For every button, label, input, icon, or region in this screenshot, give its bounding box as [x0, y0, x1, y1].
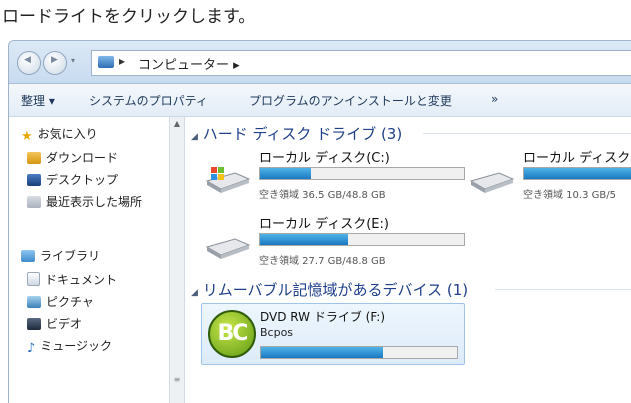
sidebar-item-label: 最近表示した場所: [46, 195, 143, 209]
drive-e-name: ローカル ディスク(E:): [259, 217, 389, 232]
removable-group-header[interactable]: ◢ リムーバブル記憶域があるデバイス (1): [191, 279, 468, 300]
drive-d-free-space: 空き領域 10.3 GB/5: [523, 190, 616, 201]
hdd-group-title: ハード ディスク ドライブ (3): [202, 125, 403, 143]
navigation-pane: ★ お気に入り ダウンロード デスクトップ 最近表示した場所 ライブラリ ドキュメ…: [9, 117, 169, 403]
drive-c-usage-fill: [260, 168, 311, 179]
organize-button[interactable]: 整理 ▾: [21, 92, 55, 109]
sidebar-item-label: ダウンロード: [46, 151, 119, 165]
hard-drive-icon: [205, 238, 251, 259]
sidebar-libraries-label: ライブラリ: [40, 249, 101, 263]
sidebar-libraries[interactable]: ライブラリ: [21, 247, 100, 267]
drive-e[interactable]: ローカル ディスク(E:) 空き領域 27.7 GB/48.8 GB: [201, 213, 481, 271]
collapse-arrow-icon[interactable]: ◢: [191, 132, 198, 142]
sidebar-item-label: ビデオ: [46, 317, 83, 331]
scroll-grip-icon[interactable]: ≡: [172, 375, 182, 385]
music-note-icon: ♪: [27, 341, 36, 356]
libraries-icon: [21, 250, 35, 262]
recent-pages-dropdown[interactable]: ▾: [71, 56, 75, 65]
sidebar-favorites-label: お気に入り: [37, 127, 98, 141]
pictures-icon: [27, 296, 41, 308]
drive-c[interactable]: ローカル ディスク(C:) 空き領域 36.5 GB/48.8 GB: [201, 147, 481, 205]
sidebar-favorites[interactable]: ★ お気に入り: [21, 125, 98, 145]
sidebar-item-label: ピクチャ: [46, 295, 94, 309]
drive-e-free-space: 空き領域 27.7 GB/48.8 GB: [259, 256, 386, 267]
group-divider: [495, 289, 631, 290]
sidebar-item-desktop[interactable]: デスクトップ: [27, 171, 118, 191]
sidebar-item-documents[interactable]: ドキュメント: [27, 271, 117, 291]
uninstall-programs-button[interactable]: プログラムのアンインストールと変更: [249, 92, 452, 109]
content-pane: ◢ ハード ディスク ドライブ (3) ローカル ディスク(C:) 空き領域 3…: [185, 117, 631, 403]
dvd-usage-fill: [261, 347, 383, 358]
instruction-caption: ロードライトをクリックします。: [2, 7, 256, 27]
drive-c-usage-bar: [259, 167, 465, 180]
sidebar-item-recent-places[interactable]: 最近表示した場所: [27, 193, 167, 213]
downloads-folder-icon: [27, 152, 41, 164]
address-bar[interactable]: ▸ コンピューター ▸: [91, 50, 631, 76]
drive-d-name: ローカル ディスク(D:): [523, 151, 631, 166]
dvd-drive-name: DVD RW ドライブ (F:): [260, 310, 386, 324]
drive-c-name: ローカル ディスク(C:): [259, 151, 390, 166]
hard-drive-icon: [469, 172, 515, 193]
sidebar-item-label: ドキュメント: [45, 273, 118, 287]
sidebar-item-videos[interactable]: ビデオ: [27, 315, 82, 335]
documents-icon: [27, 272, 40, 286]
drive-d[interactable]: ローカル ディスク(D:) 空き領域 10.3 GB/5: [467, 147, 631, 205]
drive-e-usage-fill: [260, 234, 348, 245]
forward-arrow-icon: ▶: [51, 55, 58, 65]
dvd-drive-f[interactable]: BC DVD RW ドライブ (F:) Bcpos: [201, 303, 465, 365]
hdd-group-header[interactable]: ◢ ハード ディスク ドライブ (3): [191, 123, 402, 144]
disc-logo-icon: BC: [208, 310, 256, 358]
sidebar-item-label: ミュージック: [40, 339, 113, 353]
dvd-usage-bar: [260, 346, 458, 359]
address-bar-area: ◀ ▶ ▾ ▸ コンピューター ▸: [9, 41, 631, 84]
desktop-icon: [27, 174, 41, 186]
drive-e-usage-bar: [259, 233, 465, 246]
hard-drive-windows-icon: [205, 167, 251, 193]
command-bar: 整理 ▾ システムのプロパティ プログラムのアンインストールと変更 »: [9, 84, 631, 117]
sidebar-item-downloads[interactable]: ダウンロード: [27, 149, 118, 169]
group-divider: [423, 133, 631, 134]
back-arrow-icon: ◀: [24, 55, 31, 65]
videos-icon: [27, 318, 41, 330]
computer-icon: [98, 56, 114, 68]
disc-label: Bcpos: [260, 326, 294, 339]
scroll-up-icon[interactable]: ▲: [171, 117, 183, 131]
explorer-window: ◀ ▶ ▾ ▸ コンピューター ▸ 整理 ▾ システムのプロパティ プログラムの…: [8, 40, 631, 403]
star-icon: ★: [21, 129, 33, 144]
sidebar-item-label: デスクトップ: [46, 173, 119, 187]
sidebar-item-pictures[interactable]: ピクチャ: [27, 293, 94, 313]
recent-places-icon: [27, 196, 41, 208]
drive-d-usage-fill: [524, 168, 631, 179]
navigation-pane-scrollbar[interactable]: ▲ ≡: [169, 117, 185, 403]
breadcrumb-arrow-icon[interactable]: ▸: [119, 54, 125, 68]
more-commands-button[interactable]: »: [491, 92, 498, 106]
breadcrumb-computer[interactable]: コンピューター ▸: [138, 54, 240, 73]
system-properties-button[interactable]: システムのプロパティ: [89, 92, 208, 109]
drive-c-free-space: 空き領域 36.5 GB/48.8 GB: [259, 190, 386, 201]
removable-group-title: リムーバブル記憶域があるデバイス (1): [202, 281, 469, 299]
sidebar-item-music[interactable]: ♪ ミュージック: [27, 337, 112, 357]
collapse-arrow-icon[interactable]: ◢: [191, 288, 198, 298]
drive-d-usage-bar: [523, 167, 631, 180]
